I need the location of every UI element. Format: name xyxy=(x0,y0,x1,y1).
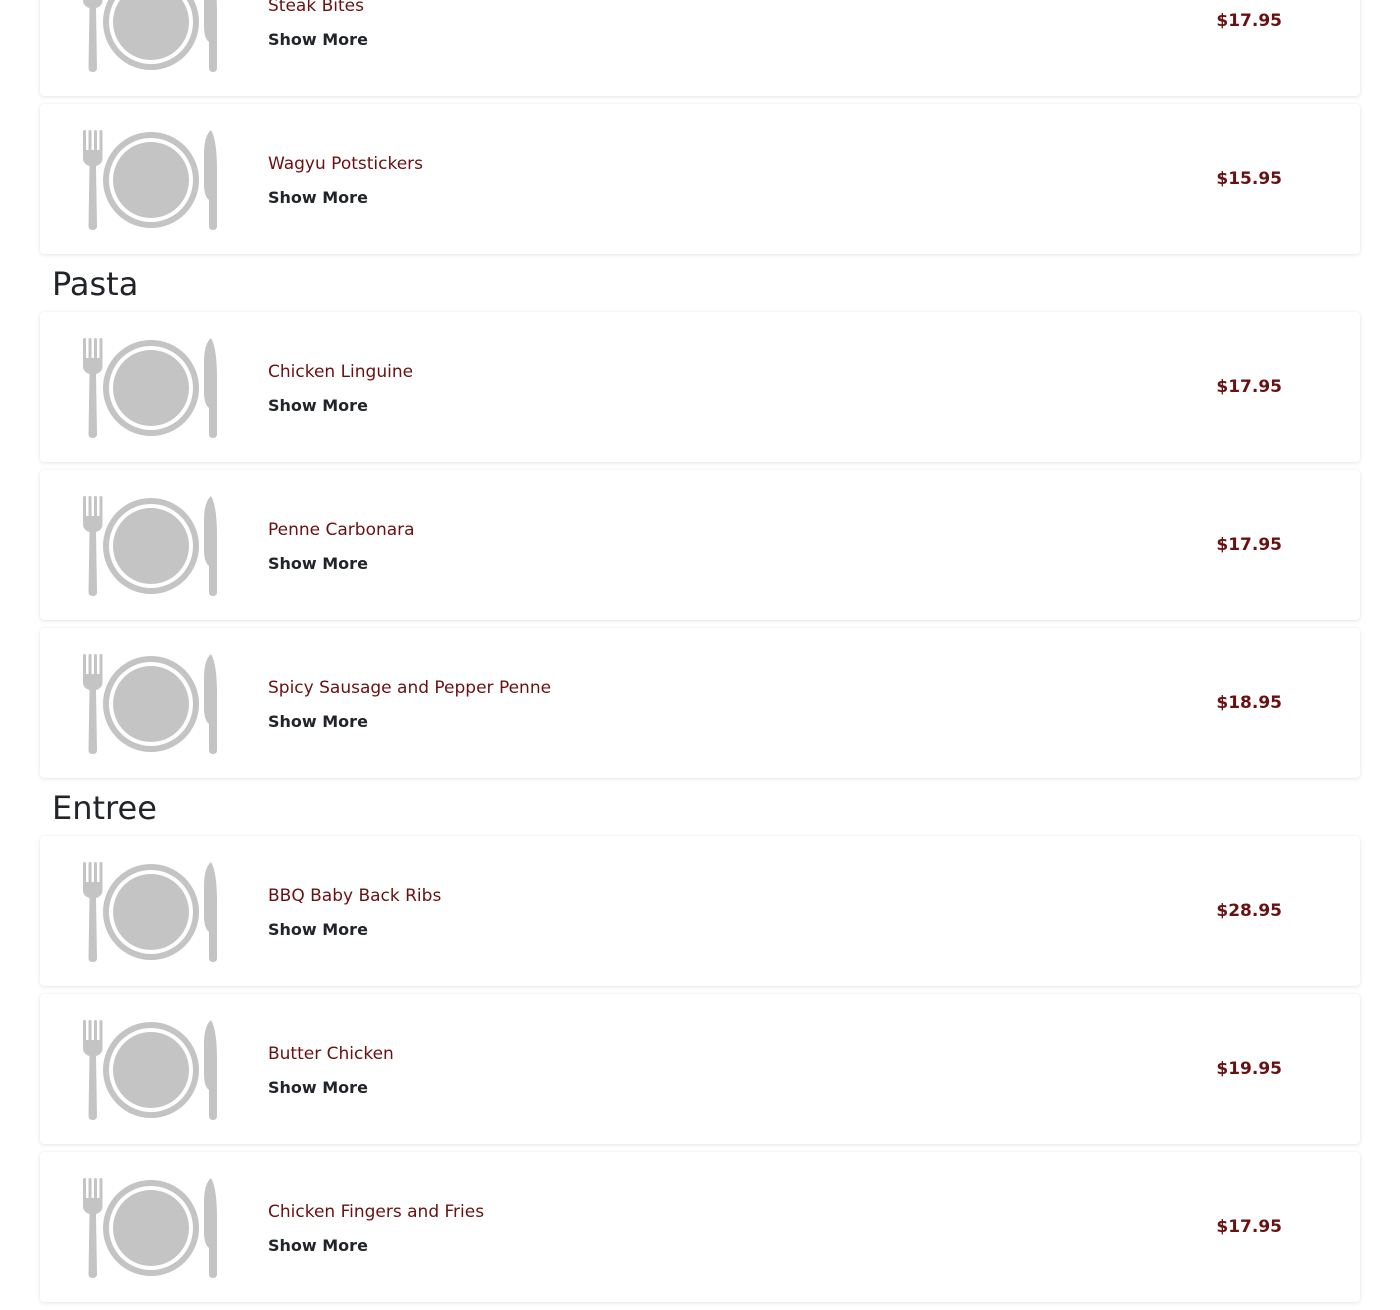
menu-item-card[interactable]: Wagyu Potstickers Show More $15.95 xyxy=(40,104,1360,254)
menu-item-card[interactable]: Spicy Sausage and Pepper Penne Show More… xyxy=(40,628,1360,778)
menu-item-name[interactable]: BBQ Baby Back Ribs xyxy=(268,886,441,906)
menu-item-card[interactable]: Penne Carbonara Show More $17.95 xyxy=(40,470,1360,620)
plate-fork-knife-icon xyxy=(83,1178,217,1278)
plate-fork-knife-icon xyxy=(83,862,217,962)
placeholder-image xyxy=(83,338,219,438)
plate-fork-knife-icon xyxy=(83,0,217,72)
section-title-entree: Entree xyxy=(52,789,157,827)
show-more-button[interactable]: Show More xyxy=(268,30,368,49)
show-more-button[interactable]: Show More xyxy=(268,554,368,573)
show-more-button[interactable]: Show More xyxy=(268,188,368,207)
show-more-button[interactable]: Show More xyxy=(268,1236,368,1255)
show-more-button[interactable]: Show More xyxy=(268,1078,368,1097)
menu-item-price: $17.95 xyxy=(1216,377,1282,397)
plate-fork-knife-icon xyxy=(83,130,217,230)
show-more-button[interactable]: Show More xyxy=(268,396,368,415)
menu-item-card[interactable]: Steak Bites Show More $17.95 xyxy=(40,0,1360,96)
plate-fork-knife-icon xyxy=(83,654,217,754)
menu-item-name[interactable]: Steak Bites xyxy=(268,0,364,16)
menu-item-card[interactable]: BBQ Baby Back Ribs Show More $28.95 xyxy=(40,836,1360,986)
placeholder-image xyxy=(83,130,219,230)
placeholder-image xyxy=(83,862,219,962)
plate-fork-knife-icon xyxy=(83,338,217,438)
menu-item-price: $17.95 xyxy=(1216,535,1282,555)
menu-item-price: $17.95 xyxy=(1216,1217,1282,1237)
menu-item-card[interactable]: Butter Chicken Show More $19.95 xyxy=(40,994,1360,1144)
menu-item-name[interactable]: Penne Carbonara xyxy=(268,520,415,540)
menu-item-price: $19.95 xyxy=(1216,1059,1282,1079)
menu-item-price: $18.95 xyxy=(1216,693,1282,713)
placeholder-image xyxy=(83,654,219,754)
placeholder-image xyxy=(83,496,219,596)
menu-item-card[interactable]: Chicken Fingers and Fries Show More $17.… xyxy=(40,1152,1360,1302)
show-more-button[interactable]: Show More xyxy=(268,920,368,939)
plate-fork-knife-icon xyxy=(83,1020,217,1120)
menu-item-card[interactable]: Chicken Linguine Show More $17.95 xyxy=(40,312,1360,462)
placeholder-image xyxy=(83,0,219,72)
plate-fork-knife-icon xyxy=(83,496,217,596)
menu-item-price: $17.95 xyxy=(1216,11,1282,31)
menu-item-name[interactable]: Spicy Sausage and Pepper Penne xyxy=(268,678,551,698)
menu-item-name[interactable]: Butter Chicken xyxy=(268,1044,394,1064)
show-more-button[interactable]: Show More xyxy=(268,712,368,731)
menu-item-name[interactable]: Chicken Linguine xyxy=(268,362,413,382)
menu-list: Steak Bites Show More $17.95 Wagyu Potst… xyxy=(0,0,1400,1310)
placeholder-image xyxy=(83,1020,219,1120)
section-title-pasta: Pasta xyxy=(52,265,139,303)
menu-item-name[interactable]: Wagyu Potstickers xyxy=(268,154,423,174)
menu-item-price: $28.95 xyxy=(1216,901,1282,921)
menu-item-price: $15.95 xyxy=(1216,169,1282,189)
placeholder-image xyxy=(83,1178,219,1278)
menu-item-name[interactable]: Chicken Fingers and Fries xyxy=(268,1202,484,1222)
